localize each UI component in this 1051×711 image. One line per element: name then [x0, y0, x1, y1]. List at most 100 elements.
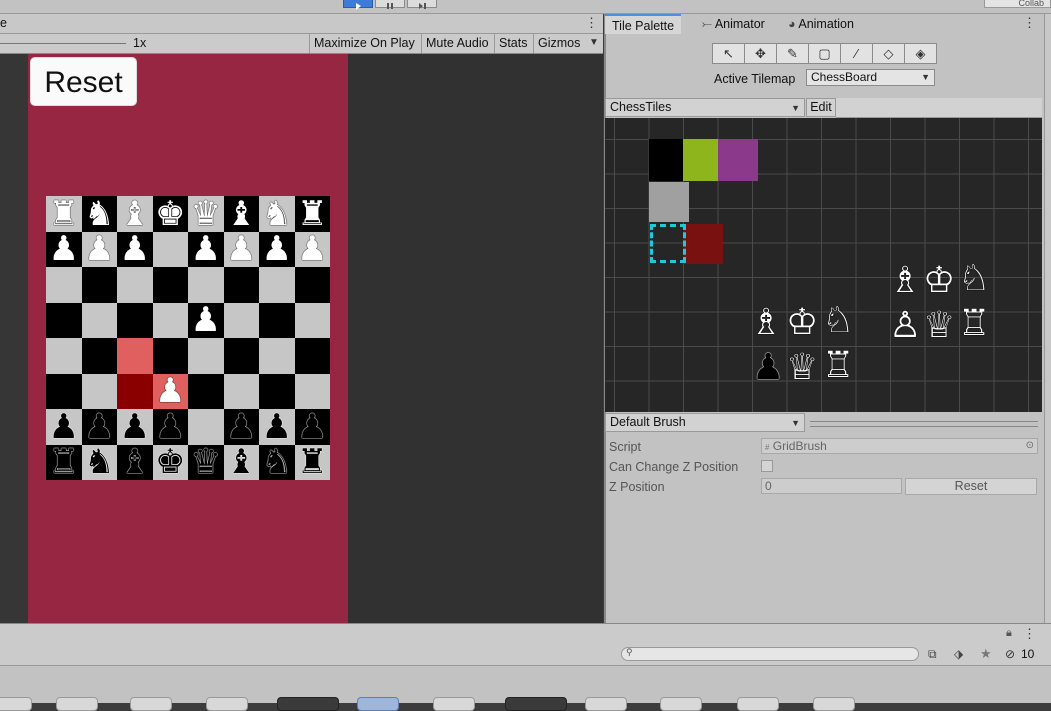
- asset-thumbnail[interactable]: [206, 697, 248, 711]
- board-square[interactable]: ♟: [188, 302, 224, 338]
- tile-green[interactable]: [683, 139, 718, 181]
- step-button[interactable]: [407, 0, 437, 9]
- board-square[interactable]: [294, 302, 330, 338]
- palette-piece-white-knight[interactable]: ♘: [958, 261, 990, 297]
- black-rook-piece[interactable]: ♜: [49, 445, 79, 479]
- board-square[interactable]: [223, 267, 259, 303]
- board-square[interactable]: [117, 267, 153, 303]
- board-square[interactable]: [259, 338, 295, 374]
- select-tool-icon[interactable]: ↖: [712, 43, 745, 64]
- white-knight-piece[interactable]: ♞: [84, 197, 114, 231]
- board-square-highlighted[interactable]: ♟: [152, 373, 188, 409]
- white-king-piece[interactable]: ♚: [155, 197, 185, 231]
- filter-type-icon[interactable]: ⧉: [928, 647, 937, 662]
- black-rook-piece[interactable]: ♜: [297, 445, 327, 479]
- board-square[interactable]: ♟: [46, 231, 82, 267]
- picker-icon[interactable]: ⁄: [840, 43, 873, 64]
- game-tab-label[interactable]: e: [0, 16, 7, 30]
- board-square[interactable]: [294, 267, 330, 303]
- black-knight-piece[interactable]: ♞: [84, 445, 114, 479]
- maximize-on-play-button[interactable]: Maximize On Play: [309, 34, 419, 53]
- black-bishop-piece[interactable]: ♝: [120, 445, 150, 479]
- asset-thumbnail[interactable]: [737, 697, 779, 711]
- chess-board[interactable]: ♜ ♞ ♝ ♚ ♛ ♝ ♞ ♜ ♟ ♟ ♟ ♟ ♟ ♟ ♟ ♟ ♟ ♟ ♟ ♟ ♟ ♟ ♟ ♟ ♜ ♞ ♝ ♚ ♛ ♝ ♞ ♜: [46, 196, 330, 480]
- board-square[interactable]: [259, 267, 295, 303]
- board-square[interactable]: [188, 409, 224, 445]
- search-input[interactable]: ⚲: [621, 647, 919, 661]
- scale-slider[interactable]: [0, 43, 126, 44]
- black-queen-piece[interactable]: ♛: [191, 445, 221, 479]
- white-knight-piece[interactable]: ♞: [262, 197, 292, 231]
- board-square[interactable]: ♞: [259, 444, 295, 480]
- board-square[interactable]: [294, 373, 330, 409]
- board-square[interactable]: ♟: [81, 231, 117, 267]
- tab-animator[interactable]: ⤚ Animator: [695, 14, 772, 34]
- board-square[interactable]: ♟: [259, 409, 295, 445]
- board-square[interactable]: [294, 338, 330, 374]
- board-square[interactable]: ♟: [188, 231, 224, 267]
- box-fill-icon[interactable]: ▢: [808, 43, 841, 64]
- board-square[interactable]: [188, 267, 224, 303]
- white-bishop-piece[interactable]: ♝: [226, 197, 256, 231]
- palette-piece-white-king[interactable]: ♔: [786, 305, 818, 341]
- board-square[interactable]: ♞: [259, 196, 295, 232]
- tile-dark-red[interactable]: [683, 224, 723, 264]
- white-pawn-piece[interactable]: ♟: [297, 232, 327, 266]
- white-pawn-piece[interactable]: ♟: [49, 232, 79, 266]
- board-square[interactable]: ♝: [117, 444, 153, 480]
- palette-piece-white-queen[interactable]: ♕: [786, 350, 818, 386]
- board-square[interactable]: [152, 267, 188, 303]
- board-square[interactable]: [223, 302, 259, 338]
- palette-dropdown[interactable]: ChessTiles ▼: [605, 98, 805, 117]
- tab-tile-palette[interactable]: Tile Palette: [605, 14, 682, 34]
- favorite-star-icon[interactable]: ★: [980, 646, 992, 662]
- board-square[interactable]: ♞: [81, 196, 117, 232]
- asset-thumbnail[interactable]: [130, 697, 172, 711]
- board-square[interactable]: ♛: [188, 444, 224, 480]
- board-square[interactable]: ♞: [81, 444, 117, 480]
- board-square[interactable]: ♟: [259, 231, 295, 267]
- palette-piece-white-rook[interactable]: ♖: [958, 306, 990, 342]
- board-square[interactable]: [188, 338, 224, 374]
- asset-thumbnail[interactable]: [0, 697, 32, 711]
- asset-thumbnail-selected[interactable]: [357, 697, 399, 711]
- board-square[interactable]: ♝: [223, 444, 259, 480]
- brush-dropdown[interactable]: Default Brush ▼: [605, 413, 805, 432]
- white-queen-piece[interactable]: ♛: [191, 197, 221, 231]
- board-square[interactable]: ♟: [46, 409, 82, 445]
- palette-piece-white-king[interactable]: ♔: [923, 263, 955, 299]
- asset-thumbnail[interactable]: [505, 697, 567, 711]
- white-pawn-piece[interactable]: ♟: [262, 232, 292, 266]
- board-square[interactable]: [188, 373, 224, 409]
- board-square[interactable]: [81, 267, 117, 303]
- white-rook-piece[interactable]: ♜: [297, 197, 327, 231]
- play-button[interactable]: [343, 0, 373, 10]
- palette-piece-white-bishop[interactable]: ♗: [889, 263, 921, 299]
- white-pawn-piece[interactable]: ♟: [226, 232, 256, 266]
- z-reset-button[interactable]: Reset: [905, 478, 1037, 495]
- label-icon[interactable]: ⬗: [954, 647, 963, 661]
- tab-animation[interactable]: ◕ Animation: [781, 14, 861, 34]
- board-square[interactable]: [259, 302, 295, 338]
- black-pawn-piece[interactable]: ♟: [226, 410, 256, 444]
- palette-piece-black-pawn[interactable]: ♟: [752, 350, 784, 386]
- black-knight-piece[interactable]: ♞: [262, 445, 292, 479]
- mute-audio-button[interactable]: Mute Audio: [421, 34, 493, 53]
- black-pawn-piece[interactable]: ♟: [120, 410, 150, 444]
- palette-piece-white-pawn[interactable]: ♙: [889, 308, 921, 344]
- board-square[interactable]: ♜: [46, 444, 82, 480]
- black-king-piece[interactable]: ♚: [155, 445, 185, 479]
- board-square[interactable]: ♜: [294, 196, 330, 232]
- board-square[interactable]: [223, 338, 259, 374]
- pause-button[interactable]: [375, 0, 405, 9]
- kebab-menu-icon[interactable]: ⋮: [1023, 626, 1036, 642]
- white-pawn-piece[interactable]: ♟: [191, 303, 221, 337]
- asset-thumbnail[interactable]: [813, 697, 855, 711]
- white-rook-piece[interactable]: ♜: [49, 197, 79, 231]
- board-square[interactable]: [81, 338, 117, 374]
- board-square[interactable]: ♝: [223, 196, 259, 232]
- board-square[interactable]: [152, 338, 188, 374]
- board-square[interactable]: ♟: [223, 409, 259, 445]
- tile-gray[interactable]: [649, 182, 689, 222]
- reset-button[interactable]: Reset: [30, 57, 137, 106]
